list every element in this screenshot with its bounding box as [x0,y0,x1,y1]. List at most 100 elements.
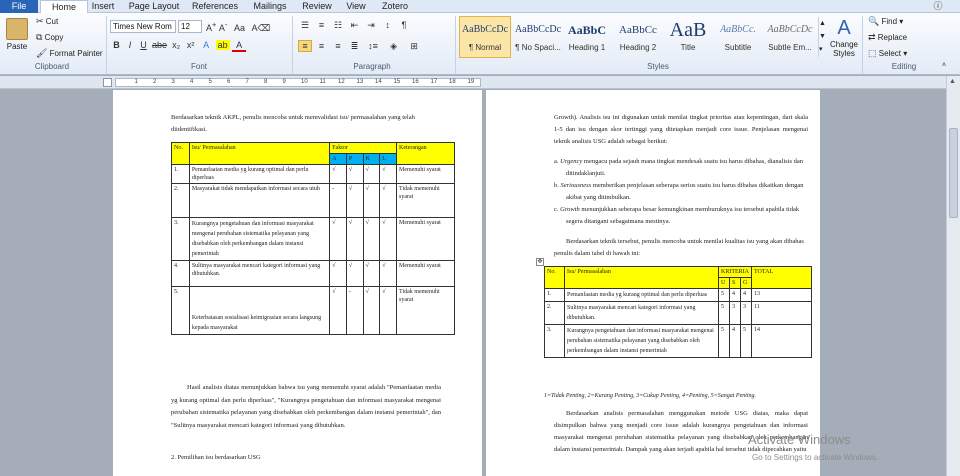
styles-scroll[interactable]: ▲ ▼ ▾ [818,17,826,57]
replace-button[interactable]: ⇄ Replace [868,32,907,43]
font-color-icon[interactable]: A [232,40,247,52]
style-title[interactable]: AaB Title [662,16,714,58]
ruler-tick-label: 8 [264,79,268,85]
change-case-icon[interactable]: Aa [234,23,245,33]
numbering-icon[interactable]: ≡ [315,20,329,30]
paragraph-intro: Berdasarkan teknik AKPL, penulis mencoba… [171,114,415,133]
align-center-icon[interactable]: ≡ [315,41,329,51]
tab-review[interactable]: Review [300,0,334,13]
show-marks-icon[interactable]: ¶ [397,20,411,30]
style-heading-1[interactable]: AaBbC Heading 1 [561,16,613,58]
scroll-up-icon[interactable]: ▲ [949,78,956,85]
factor-header: P [345,153,364,165]
document-page-left[interactable]: Berdasarkan teknik AKPL, penulis mencoba… [113,90,482,476]
align-left-icon[interactable]: ≡ [298,40,312,52]
table-header: KRITERIA [718,266,752,278]
criteria-header: G [740,277,752,289]
table-cell: Pemanfaatan media yg kurang optimal dan … [188,164,331,184]
tab-page-layout[interactable]: Page Layout [128,0,180,13]
line-spacing-icon[interactable]: ↕≡ [364,41,382,51]
style-name: Heading 1 [568,43,606,52]
table-row: 5. Keterbatasan sosialisasi keimigrasian… [171,286,455,335]
style-subtitle[interactable]: AaBbCc. Subtitle [712,16,764,58]
table-move-handle-icon[interactable]: ✥ [536,258,544,266]
table-cell: 2. [544,301,565,325]
list-marker: a. [554,158,559,165]
copy-button[interactable]: ⧉ Copy [36,32,63,43]
justify-icon[interactable]: ≣ [348,41,362,52]
shading-icon[interactable]: ◈ [385,41,403,52]
multilevel-list-icon[interactable]: ☷ [331,20,345,31]
tab-zotero[interactable]: Zotero [378,0,412,13]
style-preview: AaBbCcDc [514,24,562,35]
table-cell: Kurangnya pengetahuan dan informasi masy… [188,217,331,261]
strikethrough-icon[interactable]: abe [152,40,168,50]
table-cell: √ [329,260,347,287]
style-heading-2[interactable]: AaBbCc Heading 2 [612,16,664,58]
grow-font-icon[interactable]: A+ [206,20,216,33]
section-heading: 2. Pemilihan isu berdasarkan USG [171,454,261,461]
cut-button[interactable]: ✂ Cut [36,16,58,27]
style-subtle-emphasis[interactable]: AaBbCcDc Subtle Em... [764,16,816,58]
style-name: ¶ No Spaci... [515,43,561,52]
horizontal-ruler[interactable]: 1 2 3 4 5 6 7 8 9 10 11 12 13 14 15 16 17 18 19 [0,76,960,89]
table-cell: 3. [544,324,565,358]
clear-format-icon[interactable]: A⌫ [251,23,270,34]
sort-icon[interactable]: ↕ [381,20,395,30]
table-cell: √ [345,164,364,184]
font-size-field[interactable]: 12 [178,20,202,33]
align-right-icon[interactable]: ≡ [331,41,345,51]
style-no-spacing[interactable]: AaBbCcDc ¶ No Spaci... [512,16,564,58]
style-normal[interactable]: AaBbCcDc ¶ Normal [459,16,511,58]
table-cell: Tidak memenuhi syarat [396,183,455,218]
tab-view[interactable]: View [342,0,370,13]
cut-label: Cut [45,17,59,26]
find-button[interactable]: 🔍 Find ▾ [868,16,903,27]
highlight-icon[interactable]: ab [215,40,230,50]
table-row: 2. Masyarakat tidak mendapatkan informas… [171,183,455,218]
format-painter-label: Format Painter [49,49,103,58]
table-header: Faktor [329,142,397,154]
tab-file[interactable]: File [0,0,38,13]
tab-insert[interactable]: Insert [88,0,118,13]
style-preview: AaBbC [567,23,606,37]
increase-indent-icon[interactable]: ⇥ [364,20,378,31]
borders-icon[interactable]: ⊞ [405,41,423,52]
bold-icon[interactable]: B [111,40,122,50]
tab-references[interactable]: References [190,0,240,13]
scroll-thumb[interactable] [949,128,958,218]
tab-mailings[interactable]: Mailings [250,0,290,13]
document-page-right[interactable]: Growth). Analisis isu ini digunakan untu… [486,90,820,476]
vertical-scrollbar[interactable]: ▲ [946,76,960,476]
help-icon[interactable]: ⓘ [932,0,944,13]
underline-icon[interactable]: U [138,40,149,50]
table-cell: 5 [718,288,730,302]
italic-icon[interactable]: I [125,40,136,50]
table-cell: - [345,286,364,335]
tab-selector-icon[interactable] [103,78,112,87]
bullets-icon[interactable]: ☰ [298,20,312,31]
table-cell: 13 [751,288,812,302]
table-row: 3. Kurangnya pengetahuan dan informasi m… [171,217,455,261]
collapse-ribbon-icon[interactable]: ˄ [942,62,946,69]
superscript-icon[interactable]: x² [185,40,197,50]
table-cell: √ [329,217,347,261]
subscript-icon[interactable]: x₂ [170,40,182,50]
activate-windows-title: Activate Windows [748,432,851,447]
table-header: Isu/ Permasalahan [188,142,331,165]
format-painter-button[interactable]: 🖌 Format Painter [36,48,103,59]
change-styles-icon: A [837,17,851,39]
text-effects-icon[interactable]: A [199,40,213,50]
list-text: menunjukkan seberapa besar kemungkinan m… [566,206,800,225]
shrink-font-icon[interactable]: A- [219,20,228,33]
font-name-field[interactable]: Times New Rom [110,20,176,33]
clipboard-icon [6,18,28,40]
paste-label: Paste [6,42,28,51]
tab-home[interactable]: Home [40,0,88,14]
ruler-tick-label: 13 [356,79,364,85]
paste-button[interactable]: Paste [4,16,30,56]
change-styles-button[interactable]: A Change Styles [828,16,860,58]
select-button[interactable]: ⬚ Select ▾ [868,48,907,59]
ruler-tick-label: 7 [245,79,249,85]
decrease-indent-icon[interactable]: ⇤ [348,20,362,31]
